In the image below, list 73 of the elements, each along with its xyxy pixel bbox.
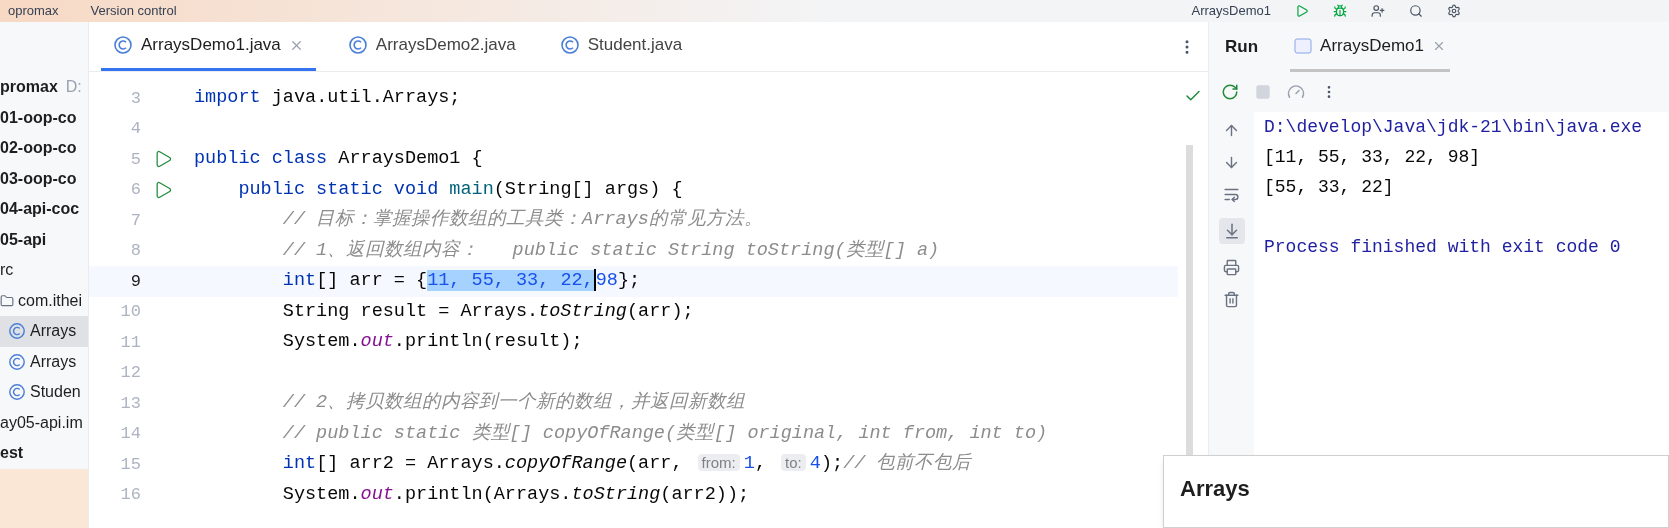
console-line: [55, 33, 22] bbox=[1264, 176, 1395, 199]
soft-wrap-icon[interactable] bbox=[1223, 186, 1240, 203]
editor-tab[interactable]: ArraysDemo2.java bbox=[335, 22, 528, 71]
tree-item[interactable]: Studen bbox=[0, 377, 88, 408]
console-line: D:\develop\Java\jdk-21\bin\java.exe bbox=[1264, 116, 1644, 139]
line-number: 7 bbox=[129, 209, 141, 232]
popup-title: Arrays bbox=[1180, 476, 1250, 501]
search-icon[interactable] bbox=[1409, 4, 1423, 18]
code-text: // 目标：掌握操作数组的工具类：Arrays的常见方法。 bbox=[281, 207, 763, 233]
scroll-down-icon[interactable] bbox=[1223, 154, 1240, 171]
code-text: public static void main(String[] args) { bbox=[237, 177, 683, 202]
class-icon bbox=[559, 35, 580, 55]
run-config[interactable]: ArraysDemo1 bbox=[1191, 1, 1271, 21]
code-text: int[] arr = {11, 55, 33, 22,98}; bbox=[281, 268, 641, 294]
code-text: System.out.println(Arrays.toString(arr2)); bbox=[281, 482, 750, 507]
console-line: Process finished with exit code 0 bbox=[1264, 236, 1622, 259]
tree-item[interactable]: 05-api bbox=[0, 224, 88, 255]
code-text: // 2、拷贝数组的内容到一个新的数组，并返回新数组 bbox=[281, 390, 746, 416]
code-text: // 1、返回数组内容： public static String toString(类型[] a) bbox=[281, 238, 940, 263]
line-number: 6 bbox=[129, 179, 141, 201]
tree-item[interactable]: est bbox=[0, 438, 88, 469]
line-number: 4 bbox=[129, 118, 141, 140]
class-icon bbox=[8, 352, 26, 371]
tree-item[interactable]: rc bbox=[0, 255, 88, 286]
settings-icon[interactable] bbox=[1447, 4, 1461, 18]
tree-item[interactable]: 02-oop-co bbox=[0, 133, 88, 164]
class-icon bbox=[347, 35, 368, 55]
panel-title: Run bbox=[1225, 36, 1259, 59]
scroll-up-icon[interactable] bbox=[1223, 122, 1240, 139]
code-text: public class ArraysDemo1 { bbox=[193, 147, 483, 172]
code-text: // public static 类型[] copyOfRange(类型[] original, int from, int to) bbox=[281, 421, 1048, 446]
class-icon bbox=[8, 383, 26, 402]
line-number: 9 bbox=[129, 270, 141, 293]
tree-item[interactable]: promax D: bbox=[0, 72, 88, 103]
line-number: 13 bbox=[119, 392, 141, 415]
scroll-to-end-icon[interactable] bbox=[1218, 218, 1245, 244]
code-text: import java.util.Arrays; bbox=[193, 86, 461, 111]
tree-item[interactable]: 04-api-coc bbox=[0, 194, 88, 225]
console-line: [11, 55, 33, 22, 98] bbox=[1264, 146, 1482, 169]
line-number: 14 bbox=[119, 423, 141, 445]
editor-tab[interactable]: Student.java bbox=[547, 22, 695, 71]
line-number: 3 bbox=[129, 87, 141, 110]
code-text: System.out.println(result); bbox=[281, 330, 583, 355]
tree-item[interactable]: Arrays bbox=[0, 346, 88, 377]
editor-tab[interactable]: ArraysDemo1.java bbox=[101, 22, 316, 71]
run-icon[interactable] bbox=[1295, 4, 1309, 18]
code-text: String result = Arrays.toString(arr); bbox=[281, 299, 694, 324]
print-icon[interactable] bbox=[1223, 259, 1240, 276]
line-number: 5 bbox=[129, 148, 141, 171]
run-tab[interactable]: ArraysDemo1 bbox=[1290, 22, 1450, 72]
line-number: 8 bbox=[129, 240, 141, 262]
console-icon bbox=[1294, 37, 1313, 54]
project-name[interactable]: opromax bbox=[8, 1, 59, 21]
line-number: 11 bbox=[119, 331, 141, 354]
line-number: 16 bbox=[119, 484, 141, 506]
tree-item[interactable]: 01-oop-co bbox=[0, 102, 88, 133]
line-number: 15 bbox=[119, 453, 141, 476]
add-user-icon[interactable] bbox=[1371, 4, 1385, 18]
folder-icon bbox=[0, 293, 14, 308]
class-icon bbox=[8, 322, 26, 341]
tree-item[interactable]: Arrays bbox=[0, 316, 88, 347]
tree-item[interactable]: com.ithei bbox=[0, 285, 88, 316]
rerun-icon[interactable] bbox=[1221, 83, 1239, 101]
code-text: int[] arr2 = Arrays.copyOfRange(arr, from: 1, to: 4);// 包前不包后 bbox=[281, 452, 972, 477]
line-number: 10 bbox=[119, 301, 141, 323]
debug-icon[interactable] bbox=[1333, 4, 1347, 18]
trash-icon[interactable] bbox=[1223, 291, 1240, 308]
class-icon bbox=[113, 35, 133, 55]
vcs-menu[interactable]: Version control bbox=[90, 1, 177, 21]
gauge-icon[interactable] bbox=[1287, 83, 1305, 101]
tree-item[interactable]: 03-oop-co bbox=[0, 163, 88, 194]
tree-item[interactable]: ay05-api.im bbox=[0, 407, 88, 438]
line-number: 12 bbox=[119, 362, 141, 384]
